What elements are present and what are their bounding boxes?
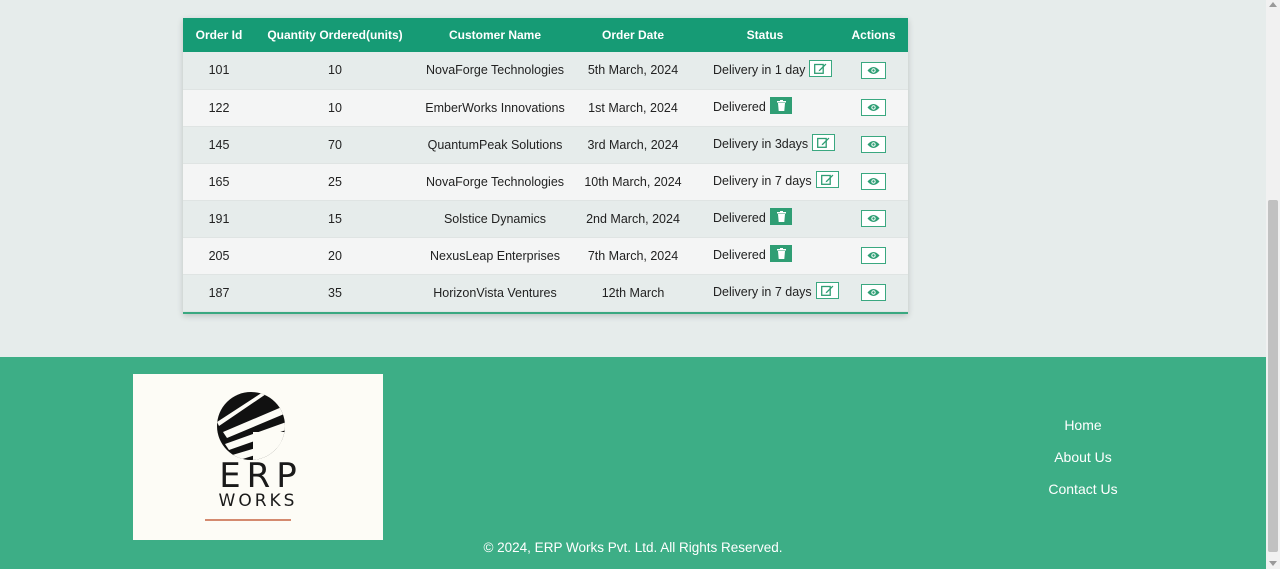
cell-customer-name: Solstice Dynamics bbox=[443, 211, 547, 226]
delete-status-button[interactable] bbox=[769, 245, 792, 262]
view-order-button[interactable] bbox=[861, 173, 886, 190]
cell-customer-name: NovaForge Technologies bbox=[425, 63, 565, 78]
footer-nav: Home About Us Contact Us bbox=[1020, 417, 1146, 513]
edit-status-button[interactable] bbox=[809, 59, 833, 77]
table-row: 165 25 NovaForge Technologies 10th March, 2… bbox=[183, 163, 908, 200]
cell-status: Delivery in 1 day bbox=[691, 52, 839, 89]
status-text: Delivered bbox=[713, 210, 766, 225]
cell-status: Delivered bbox=[691, 237, 839, 274]
cell-order-id: 122 bbox=[208, 100, 230, 115]
logo-underline bbox=[205, 519, 291, 521]
view-order-button[interactable] bbox=[861, 247, 886, 264]
footer-link-about-us[interactable]: About Us bbox=[1020, 449, 1146, 481]
status-text: Delivered bbox=[713, 247, 766, 262]
footer: ERP WORKS Home About Us Contact Us © 202… bbox=[0, 357, 1266, 569]
cell-customer-name: EmberWorks Innovations bbox=[425, 100, 565, 115]
status-text: Delivery in 7 days bbox=[713, 284, 812, 299]
cell-quantity: 25 bbox=[328, 174, 342, 189]
table-body: 101 10 NovaForge Technologies 5th March, 20… bbox=[183, 52, 908, 311]
view-order-button[interactable] bbox=[861, 61, 886, 79]
header-actions: Actions bbox=[851, 28, 896, 42]
company-logo[interactable]: ERP WORKS bbox=[133, 374, 383, 540]
view-order-button[interactable] bbox=[861, 99, 886, 116]
cell-actions bbox=[839, 52, 908, 89]
cell-quantity: 10 bbox=[328, 63, 342, 78]
table-row: 205 20 NexusLeap Enterprises 7th March, 202… bbox=[183, 237, 908, 274]
status-text: Delivery in 3days bbox=[713, 136, 809, 151]
view-order-button[interactable] bbox=[861, 210, 886, 227]
cell-order-id: 145 bbox=[208, 137, 230, 152]
cell-order-id: 205 bbox=[208, 248, 230, 263]
header-quantity: Quantity Ordered(units) bbox=[267, 28, 403, 42]
footer-link-home[interactable]: Home bbox=[1020, 417, 1146, 449]
view-order-button[interactable] bbox=[861, 136, 886, 153]
cell-order-date: 10th March, 2024 bbox=[584, 174, 682, 189]
cell-quantity: 70 bbox=[328, 137, 342, 152]
cell-status: Delivery in 3days bbox=[691, 126, 839, 163]
cell-actions bbox=[839, 163, 908, 200]
status-text: Delivery in 1 day bbox=[713, 62, 806, 77]
table-header-row: Order Id Quantity Ordered(units) Custome… bbox=[183, 18, 908, 52]
cell-status: Delivered bbox=[691, 89, 839, 126]
cell-order-date: 12th March bbox=[601, 285, 665, 300]
view-order-button[interactable] bbox=[861, 284, 886, 301]
cell-order-date: 3rd March, 2024 bbox=[587, 137, 679, 152]
cell-order-id: 101 bbox=[208, 63, 230, 78]
table-row: 187 35 HorizonVista Ventures 12th March Deli… bbox=[183, 274, 908, 311]
cell-actions bbox=[839, 274, 908, 311]
cell-quantity: 15 bbox=[328, 211, 342, 226]
cell-order-date: 2nd March, 2024 bbox=[586, 211, 680, 226]
cell-customer-name: NovaForge Technologies bbox=[425, 174, 565, 189]
copyright-text: © 2024, ERP Works Pvt. Ltd. All Rights R… bbox=[483, 540, 783, 555]
table-row: 101 10 NovaForge Technologies 5th March, 20… bbox=[183, 52, 908, 89]
cell-customer-name: QuantumPeak Solutions bbox=[427, 137, 563, 152]
footer-link-contact-us[interactable]: Contact Us bbox=[1020, 481, 1146, 513]
cell-order-date: 5th March, 2024 bbox=[587, 63, 679, 78]
header-status: Status bbox=[746, 28, 784, 42]
header-customer-name: Customer Name bbox=[448, 28, 542, 42]
scroll-up-arrow-icon[interactable] bbox=[1269, 2, 1277, 7]
cell-order-date: 1st March, 2024 bbox=[588, 100, 678, 115]
cell-order-date: 7th March, 2024 bbox=[587, 248, 679, 263]
edit-status-button[interactable] bbox=[812, 134, 836, 151]
edit-status-button[interactable] bbox=[815, 282, 839, 299]
logo-text-works: WORKS bbox=[218, 491, 298, 511]
cell-actions bbox=[839, 89, 908, 126]
header-order-date: Order Date bbox=[601, 28, 665, 42]
cell-actions bbox=[839, 126, 908, 163]
cell-order-id: 165 bbox=[208, 174, 230, 189]
logo-text-erp: ERP bbox=[219, 456, 303, 496]
scrollbar-thumb[interactable] bbox=[1268, 200, 1278, 552]
scroll-down-arrow-icon[interactable] bbox=[1269, 561, 1277, 566]
orders-table-container: Order Id Quantity Ordered(units) Custome… bbox=[183, 18, 908, 314]
main-content: Order Id Quantity Ordered(units) Custome… bbox=[0, 0, 1266, 357]
status-text: Delivery in 7 days bbox=[713, 173, 812, 188]
cell-customer-name: HorizonVista Ventures bbox=[433, 285, 557, 300]
cell-status: Delivered bbox=[691, 200, 839, 237]
header-order-id: Order Id bbox=[195, 28, 243, 42]
cell-actions bbox=[839, 200, 908, 237]
table-row: 191 15 Solstice Dynamics 2nd March, 2024 Del… bbox=[183, 200, 908, 237]
status-text: Delivered bbox=[713, 99, 766, 114]
cell-actions bbox=[839, 237, 908, 274]
orders-table: Order Id Quantity Ordered(units) Custome… bbox=[183, 18, 908, 312]
table-row: 122 10 EmberWorks Innovations 1st March, 20… bbox=[183, 89, 908, 126]
cell-quantity: 10 bbox=[328, 100, 342, 115]
vertical-scrollbar[interactable] bbox=[1266, 0, 1280, 569]
cell-quantity: 20 bbox=[328, 248, 342, 263]
cell-quantity: 35 bbox=[328, 285, 342, 300]
delete-status-button[interactable] bbox=[769, 97, 792, 114]
delete-status-button[interactable] bbox=[769, 208, 792, 225]
cell-order-id: 191 bbox=[208, 211, 230, 226]
edit-status-button[interactable] bbox=[815, 171, 839, 188]
cell-customer-name: NexusLeap Enterprises bbox=[430, 248, 560, 263]
cell-order-id: 187 bbox=[208, 285, 230, 300]
cell-status: Delivery in 7 days bbox=[691, 163, 839, 200]
logo-mark-icon bbox=[217, 392, 285, 460]
table-row: 145 70 QuantumPeak Solutions 3rd March, 202… bbox=[183, 126, 908, 163]
cell-status: Delivery in 7 days bbox=[691, 274, 839, 311]
